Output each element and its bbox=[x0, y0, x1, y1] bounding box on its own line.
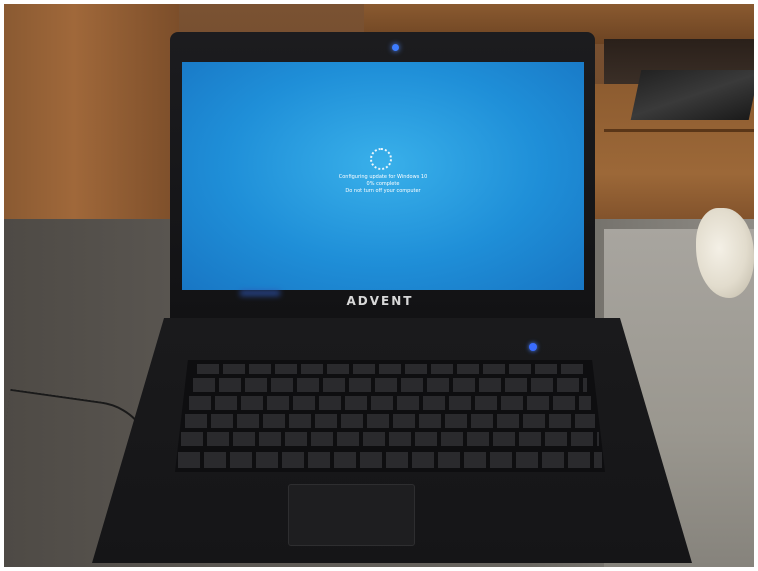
touchpad bbox=[288, 484, 415, 546]
key-row bbox=[181, 432, 599, 446]
brand-logo: ADVENT bbox=[346, 294, 414, 308]
update-warning: Do not turn off your computer bbox=[345, 188, 421, 194]
cabinet-edge bbox=[604, 129, 754, 132]
update-progress: 0% complete bbox=[366, 181, 400, 187]
power-led bbox=[529, 343, 537, 351]
laptop-screen: Configuring update for Windows 10 0% com… bbox=[182, 62, 584, 290]
black-book bbox=[630, 70, 754, 120]
keyboard bbox=[175, 360, 605, 472]
screen-glow bbox=[240, 290, 280, 296]
webcam-light bbox=[392, 44, 399, 51]
key-row bbox=[197, 364, 583, 374]
key-row bbox=[178, 452, 602, 468]
wooden-cabinet-left bbox=[4, 4, 179, 219]
update-status-line-1: Configuring update for Windows 10 bbox=[338, 174, 428, 180]
key-row bbox=[193, 378, 587, 392]
loading-spinner-icon bbox=[370, 148, 392, 170]
key-row bbox=[189, 396, 591, 410]
key-row bbox=[185, 414, 595, 428]
